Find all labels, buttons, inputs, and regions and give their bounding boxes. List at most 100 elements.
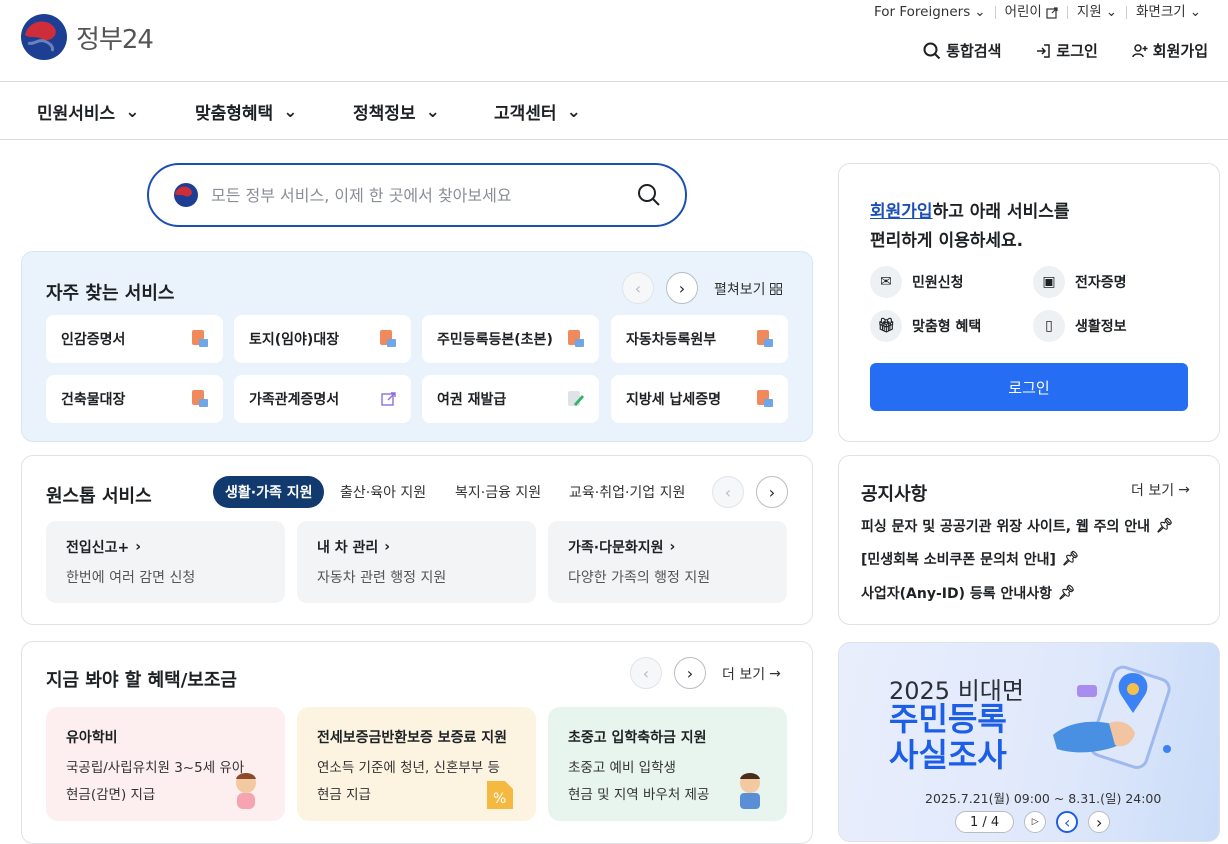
logo-text: 정부24 — [76, 24, 154, 55]
service-label: 지방세 납세증명 — [626, 392, 722, 408]
tab-welfare-finance[interactable]: 복지·금융 지원 — [443, 476, 553, 508]
service-seal-certificate[interactable]: 인감증명서 — [46, 315, 223, 363]
svg-text:%: % — [493, 791, 506, 807]
service-passport-reissue[interactable]: 여권 재발급 — [422, 375, 599, 423]
service-label: 가족관계증명서 — [249, 392, 340, 408]
card-title: 전입신고+ — [66, 540, 130, 556]
service-building-register[interactable]: 건축물대장 — [46, 375, 223, 423]
next-slide-button[interactable]: › — [1088, 811, 1111, 833]
benefit-title: 유아학비 — [66, 730, 118, 746]
card-title: 가족·다문화지원 — [568, 540, 664, 556]
phone-location-illustration-icon — [1053, 665, 1171, 769]
frequent-services-title: 자주 찾는 서비스 — [46, 283, 175, 304]
service-land-register[interactable]: 토지(임야)대장 — [234, 315, 411, 363]
screen-size-menu[interactable]: 화면크기 ⌄ — [1126, 5, 1210, 19]
benefit-title: 전세보증금반환보증 보증료 지원 — [317, 730, 508, 746]
gnb-label: 맞춤형혜택 — [195, 104, 274, 124]
feature-life-info[interactable]: ▯ 생활정보 — [1033, 310, 1127, 342]
notice-title: 공지사항 — [861, 484, 928, 505]
search-icon — [923, 42, 941, 59]
student-character-icon — [740, 773, 760, 809]
grid-icon — [769, 283, 782, 295]
next-button[interactable]: › — [756, 476, 788, 508]
signup-link[interactable]: 회원가입 — [1132, 40, 1208, 61]
banner-line2: 주민등록 — [889, 700, 1007, 738]
onestop-title: 원스톱 서비스 — [46, 486, 152, 507]
search-icon[interactable] — [637, 183, 661, 207]
support-menu[interactable]: 지원 ⌄ — [1066, 5, 1126, 19]
benefit-card-jeonse-guarantee[interactable]: 전세보증금반환보증 보증료 지원 연소득 기준에 청년, 신혼부부 등 현금 지… — [297, 707, 536, 821]
pencil-document-icon — [568, 391, 584, 406]
promo-banner[interactable]: 2025 비대면 주민등록 사실조사 2025.7.21(월) 09:00 ~ … — [838, 642, 1220, 842]
document-icon — [757, 330, 773, 347]
external-link-icon — [1046, 6, 1058, 19]
prev-slide-button[interactable]: ‹ — [1056, 811, 1079, 833]
document-icon — [757, 390, 773, 407]
integrated-search-link[interactable]: 통합검색 — [923, 40, 1001, 61]
pin-icon: 📌︎ — [1061, 551, 1080, 567]
percent-tag-icon: % — [487, 781, 513, 809]
card-desc: 한번에 여러 감면 신청 — [66, 570, 196, 586]
kids-link[interactable]: 어린이 — [994, 5, 1067, 19]
prev-button[interactable]: ‹ — [622, 272, 654, 304]
next-button[interactable]: › — [666, 272, 698, 304]
onestop-card-family-multicultural[interactable]: 가족·다문화지원 › 다양한 가족의 행정 지원 — [548, 521, 787, 603]
gnb-civil-service[interactable]: 민원서비스 ⌄ — [37, 99, 140, 125]
benefit-card-preschool[interactable]: 유아학비 국공립/사립유치원 3~5세 유아 현금(감면) 지급 — [46, 707, 285, 821]
signup-label: 회원가입 — [1152, 42, 1208, 60]
expand-label: 펼쳐보기 — [714, 282, 766, 298]
chevron-right-icon: › — [768, 482, 776, 502]
signup-inline-link[interactable]: 회원가입 — [870, 202, 933, 222]
benefits-more-link[interactable]: 더 보기 → — [722, 664, 781, 684]
gnb-policy-info[interactable]: 정책정보 ⌄ — [353, 99, 440, 125]
service-local-tax-certificate[interactable]: 지방세 납세증명 — [611, 375, 788, 423]
login-label: 로그인 — [1056, 42, 1098, 60]
login-link[interactable]: 로그인 — [1035, 40, 1098, 61]
service-family-certificate[interactable]: 가족관계증명서 — [234, 375, 411, 423]
gnb-label: 고객센터 — [494, 104, 557, 124]
feature-label: 맞춤형 혜택 — [912, 319, 982, 335]
login-button[interactable]: 로그인 — [870, 363, 1188, 411]
tab-life-family[interactable]: 생활·가족 지원 — [213, 476, 325, 508]
gnb-customer-center[interactable]: 고객센터 ⌄ — [494, 99, 581, 125]
notice-item[interactable]: 사업자(Any-ID) 등록 안내사항 📌︎ — [861, 583, 1076, 603]
tab-education-employment[interactable]: 교육·취업·기업 지원 — [557, 476, 697, 508]
notice-item[interactable]: 피싱 문자 및 공공기관 위장 사이트, 웹 주의 안내 📌︎ — [861, 516, 1174, 536]
document-icon — [380, 330, 396, 347]
chevron-right-icon: › — [678, 278, 686, 298]
main-links: 통합검색 로그인 회원가입 — [923, 40, 1208, 61]
feature-civil-application[interactable]: ✉ 민원신청 — [870, 266, 964, 298]
site-logo[interactable]: 정부24 — [20, 13, 154, 61]
prev-button[interactable]: ‹ — [712, 476, 744, 508]
onestop-card-my-car[interactable]: 내 차 관리 › 자동차 관련 행정 지원 — [297, 521, 536, 603]
search-input[interactable] — [211, 185, 625, 205]
play-button[interactable]: ▷ — [1024, 811, 1047, 833]
chevron-down-icon: ⌄ — [125, 101, 140, 122]
feature-e-certificate[interactable]: ▣ 전자증명 — [1033, 266, 1127, 298]
main-search-bar — [147, 163, 687, 227]
bookmark-icon: ▯ — [1033, 310, 1065, 342]
taegeuk-logo-icon — [174, 183, 198, 207]
chevron-left-icon: ‹ — [1063, 812, 1071, 832]
next-button[interactable]: › — [674, 657, 706, 689]
card-title: 내 차 관리 — [317, 540, 379, 556]
login-icon — [1037, 43, 1051, 58]
gnb-custom-benefits[interactable]: 맞춤형혜택 ⌄ — [195, 99, 297, 125]
service-resident-register[interactable]: 주민등록등본(초본) — [422, 315, 599, 363]
chevron-down-icon: ⌄ — [566, 101, 581, 122]
benefits-title: 지금 봐야 할 혜택/보조금 — [46, 670, 237, 691]
document-icon — [192, 390, 208, 407]
notice-item[interactable]: [민생회복 소비쿠폰 문의처 안내] 📌︎ — [861, 549, 1080, 569]
benefit-card-school-entry[interactable]: 초중고 입학축하금 지원 초중고 예비 입학생 현금 및 지역 바우처 제공 — [548, 707, 787, 821]
arrow-right-icon: → — [769, 666, 781, 682]
for-foreigners-menu[interactable]: For Foreigners ⌄ — [865, 5, 995, 19]
onestop-card-move-in[interactable]: 전입신고+ › 한번에 여러 감면 신청 — [46, 521, 285, 603]
feature-custom-benefit[interactable]: 🎁︎ 맞춤형 혜택 — [870, 310, 981, 342]
tab-birth-childcare[interactable]: 출산·육아 지원 — [328, 476, 438, 508]
notice-more-link[interactable]: 더 보기 → — [1131, 480, 1190, 500]
expand-button[interactable]: 펼쳐보기 — [714, 279, 782, 299]
service-vehicle-register[interactable]: 자동차등록원부 — [611, 315, 788, 363]
chevron-right-icon: › — [135, 539, 142, 555]
member-headline: 회원가입하고 아래 서비스를 편리하게 이용하세요. — [870, 198, 1070, 256]
prev-button[interactable]: ‹ — [630, 657, 662, 689]
